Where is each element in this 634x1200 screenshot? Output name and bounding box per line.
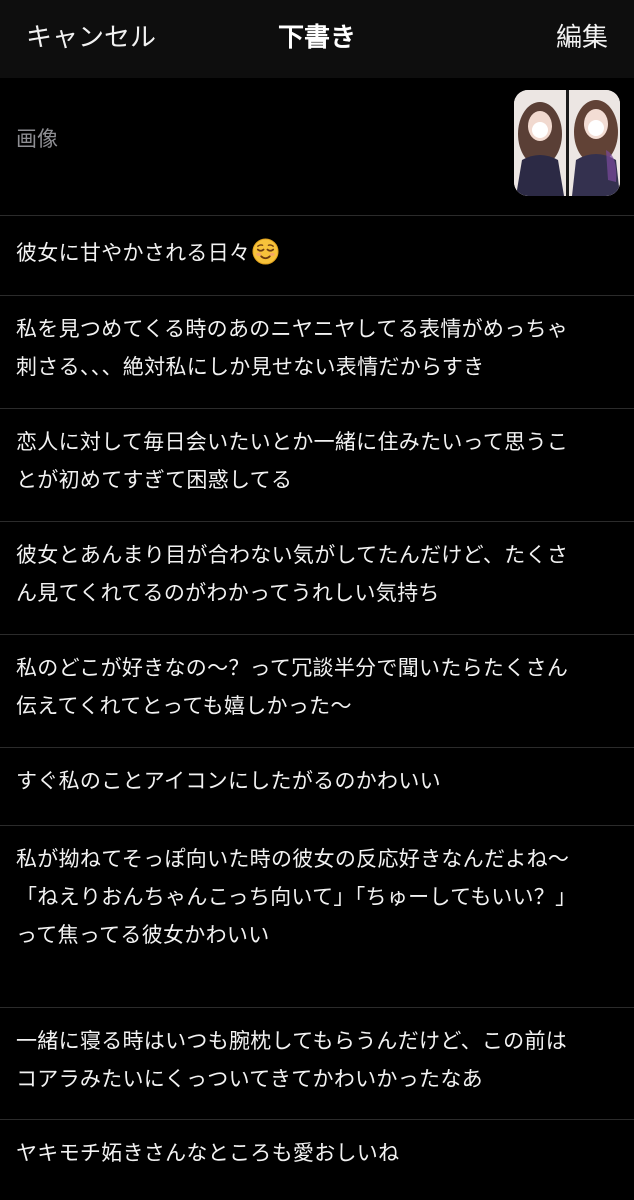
photo-thumbnail-icon[interactable] xyxy=(514,90,620,196)
list-item-text: 私のどこが好きなの〜？って冗談半分で聞いたらたくさん 伝えてくれてとっても嬉しか… xyxy=(16,656,569,718)
list-item-text-content: 彼女に甘やかされる日々 xyxy=(16,241,251,265)
page-title: 下書き xyxy=(277,23,356,53)
photo-thumbnail-graphic xyxy=(514,90,620,196)
list-item-text: 私が拗ねてそっぽ向いた時の彼女の反応好きなんだよね〜 「ねえりおんちゃんこっち向… xyxy=(16,847,577,947)
image-label: 画像 xyxy=(16,127,58,151)
list-item-text: ヤキモチ妬きさんなところも愛おしいね xyxy=(16,1141,400,1165)
list-item-text: 彼女とあんまり目が合わない気がしてたんだけど、たくさ ん見てくれてるのがわかって… xyxy=(16,543,569,605)
list-item[interactable]: 一緒に寝る時はいつも腕枕してもらうんだけど、この前は コアラみたいにくっついてき… xyxy=(0,1008,634,1120)
navigation-bar: キャンセル 下書き 編集 xyxy=(0,0,634,78)
relieved-face-emoji xyxy=(252,238,279,265)
cancel-button[interactable]: キャンセル xyxy=(26,20,156,56)
list-item-text: すぐ私のことアイコンにしたがるのかわいい xyxy=(16,769,441,793)
list-item[interactable]: 彼女とあんまり目が合わない気がしてたんだけど、たくさ ん見てくれてるのがわかって… xyxy=(0,522,634,635)
list-item[interactable]: 恋人に対して毎日会いたいとか一緒に住みたいって思うこ とが初めてすぎて困惑してる xyxy=(0,409,634,522)
list-item-text: 私を見つめてくる時のあのニヤニヤしてる表情がめっちゃ 刺さる、、、絶対私にしか見… xyxy=(16,317,569,379)
list-item[interactable]: すぐ私のことアイコンにしたがるのかわいい xyxy=(0,748,634,826)
list-item[interactable]: 私が拗ねてそっぽ向いた時の彼女の反応好きなんだよね〜 「ねえりおんちゃんこっち向… xyxy=(0,826,634,1008)
list-item[interactable]: 私を見つめてくる時のあのニヤニヤしてる表情がめっちゃ 刺さる、、、絶対私にしか見… xyxy=(0,296,634,409)
list-item-text: 一緒に寝る時はいつも腕枕してもらうんだけど、この前は コアラみたいにくっついてき… xyxy=(16,1029,568,1091)
list-item-text: 恋人に対して毎日会いたいとか一緒に住みたいって思うこ とが初めてすぎて困惑してる xyxy=(16,430,569,492)
list-item-text: 彼女に甘やかされる日々 xyxy=(16,234,616,272)
list-item[interactable]: 私のどこが好きなの〜？って冗談半分で聞いたらたくさん 伝えてくれてとっても嬉しか… xyxy=(0,635,634,748)
edit-button[interactable]: 編集 xyxy=(556,20,608,56)
list-item[interactable]: 彼女に甘やかされる日々 xyxy=(0,216,634,296)
list-item[interactable]: ヤキモチ妬きさんなところも愛おしいね xyxy=(0,1120,634,1200)
